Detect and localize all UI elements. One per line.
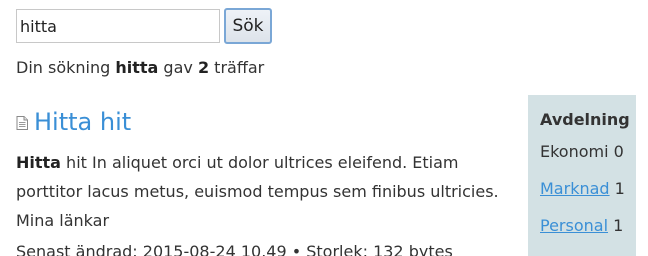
facet-link-marknad[interactable]: Marknad	[540, 179, 610, 198]
summary-middle: gav	[158, 58, 198, 77]
page: Sök Din sökning hitta gav 2 träffar Hitt…	[0, 0, 648, 256]
search-form: Sök	[16, 8, 272, 44]
facet-link-personal[interactable]: Personal	[540, 216, 608, 235]
summary-prefix: Din sökning	[16, 58, 116, 77]
department-facet: Avdelning Ekonomi 0 Marknad 1 Personal 1	[528, 95, 636, 256]
snippet-highlight: Hitta	[16, 153, 61, 172]
search-result: Hitta hit Hitta hit In aliquet orci ut d…	[16, 106, 516, 256]
summary-suffix: träffar	[209, 58, 265, 77]
summary-query: hitta	[115, 58, 159, 77]
facet-count: 0	[613, 142, 624, 161]
facet-item-marknad: Marknad 1	[540, 170, 636, 207]
search-summary: Din sökning hitta gav 2 träffar	[16, 58, 264, 77]
facet-count: 1	[614, 179, 625, 198]
facet-label: Ekonomi	[540, 142, 609, 161]
facet-heading: Avdelning	[540, 110, 630, 129]
result-title-row: Hitta hit	[16, 106, 516, 138]
search-input[interactable]	[16, 9, 220, 43]
facet-item-personal: Personal 1	[540, 207, 636, 244]
document-icon	[16, 115, 28, 130]
facet-count: 1	[613, 216, 624, 235]
result-meta: Senast ändrad: 2015-08-24 10.49 • Storle…	[16, 242, 453, 256]
result-snippet: Hitta hit In aliquet orci ut dolor ultri…	[16, 148, 516, 235]
result-title-link[interactable]: Hitta hit	[34, 106, 131, 138]
facet-item-ekonomi: Ekonomi 0	[540, 133, 636, 170]
snippet-text: hit In aliquet orci ut dolor ultrices el…	[16, 153, 499, 230]
search-button[interactable]: Sök	[224, 8, 272, 44]
summary-count: 2	[197, 58, 210, 77]
